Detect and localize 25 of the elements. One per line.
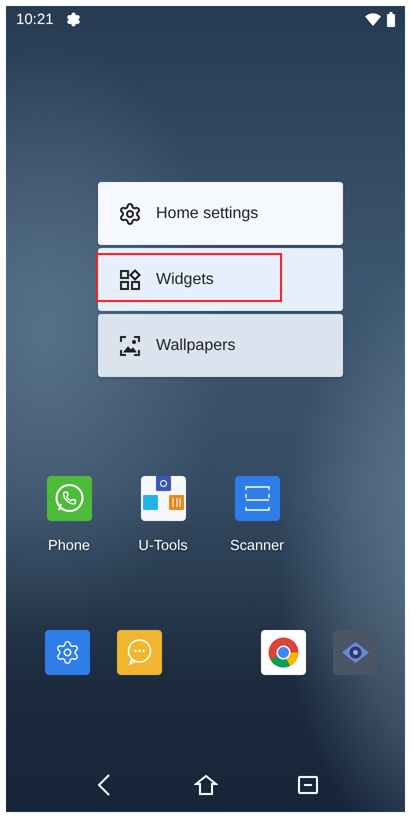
- scanner-app-icon[interactable]: [234, 476, 280, 521]
- tools-app-icon[interactable]: [140, 476, 186, 521]
- app-label: Scanner: [230, 538, 284, 554]
- menu-item[interactable]: Widgets: [98, 248, 343, 311]
- camera-app-icon[interactable]: [332, 630, 378, 675]
- menu-item-label: Wallpapers: [156, 336, 236, 354]
- menu-item[interactable]: Home settings: [98, 182, 343, 245]
- recents-button[interactable]: [298, 776, 318, 794]
- back-button[interactable]: [96, 773, 112, 797]
- browser-app-icon[interactable]: [260, 630, 306, 675]
- phone-app-icon[interactable]: [46, 476, 92, 521]
- widgets-icon: [118, 268, 142, 292]
- wallpaper-icon: [118, 334, 142, 358]
- settings-icon: [66, 12, 81, 26]
- battery-icon: [387, 12, 395, 26]
- wifi-icon: [365, 12, 381, 26]
- app-label: U-Tools: [138, 538, 188, 554]
- settings-icon: [118, 202, 142, 226]
- settings-app-icon[interactable]: [44, 630, 90, 675]
- menu-item-label: Home settings: [156, 204, 258, 222]
- home-button[interactable]: [194, 774, 218, 796]
- app-label: Phone: [48, 538, 90, 554]
- status-time: 10:21: [16, 10, 54, 28]
- menu-item-label: Widgets: [156, 270, 214, 288]
- menu-item[interactable]: Wallpapers: [98, 314, 343, 377]
